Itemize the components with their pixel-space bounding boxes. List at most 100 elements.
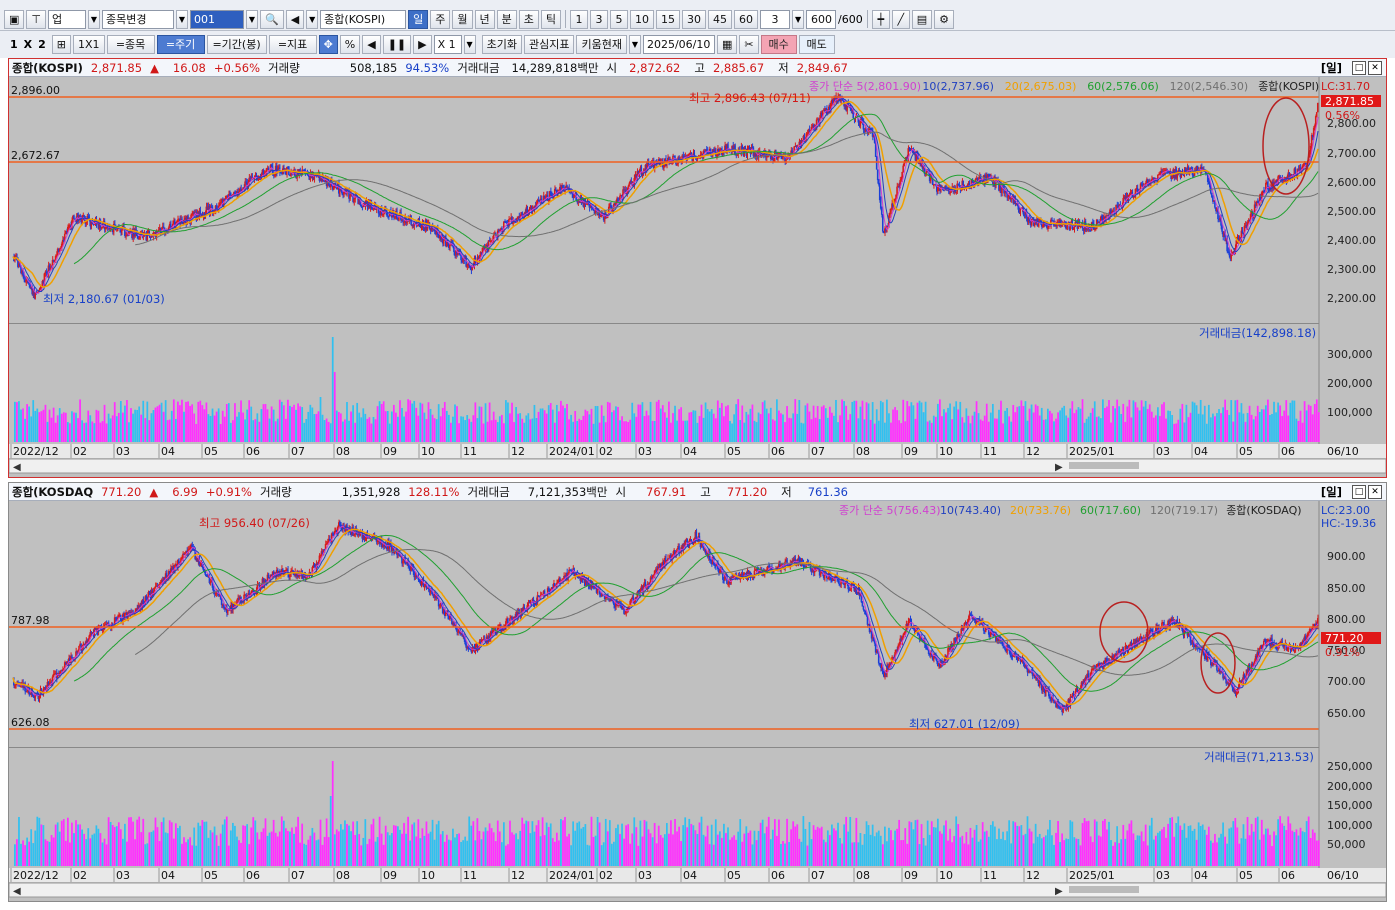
symbol-code-dropdown-icon[interactable]: ▼ bbox=[246, 9, 258, 29]
prev-icon[interactable]: ◀ bbox=[362, 34, 381, 54]
layout-1-label[interactable]: 1 bbox=[10, 38, 18, 51]
volume-bar bbox=[621, 416, 623, 442]
volume-bar bbox=[816, 405, 819, 442]
candle-body bbox=[676, 163, 678, 165]
kiwoom-dropdown-icon[interactable]: ▼ bbox=[628, 34, 641, 54]
period-day-button[interactable]: 일 bbox=[408, 9, 429, 29]
crosshair-icon[interactable]: ✥ bbox=[318, 34, 338, 54]
volume-bar bbox=[136, 409, 139, 442]
period-week-button[interactable]: 주 bbox=[430, 9, 451, 29]
zoom-dropdown-icon[interactable]: ▼ bbox=[463, 34, 476, 54]
volume-bar bbox=[1220, 413, 1222, 442]
range-link-button[interactable]: =기간(봉) bbox=[206, 34, 267, 54]
grid-icon[interactable]: ⊞ bbox=[51, 34, 72, 54]
zoom-select[interactable]: X 1 bbox=[433, 34, 462, 54]
kiwoom-current-button[interactable]: 키움현재 bbox=[576, 34, 627, 54]
volume-bar bbox=[1114, 408, 1116, 442]
candle-body bbox=[771, 157, 774, 160]
next-icon[interactable]: ▶ bbox=[413, 34, 432, 54]
volume-bar bbox=[1083, 422, 1086, 442]
pin-icon[interactable]: ⊤ bbox=[26, 9, 46, 29]
volume-bar bbox=[79, 399, 81, 442]
volume-tick-label: 200,000 bbox=[1327, 377, 1373, 390]
interval-input[interactable]: 3 bbox=[760, 9, 791, 29]
calendar-icon[interactable]: ▦ bbox=[716, 34, 738, 54]
market-dropdown-icon[interactable]: ▼ bbox=[88, 9, 100, 29]
grid-1x1-button[interactable]: 1X1 bbox=[73, 34, 105, 54]
interval-15-button[interactable]: 15 bbox=[656, 9, 681, 29]
market-select[interactable]: 업 bbox=[48, 9, 86, 29]
volume-bar bbox=[480, 406, 483, 442]
maximize-icon[interactable]: □ bbox=[1352, 61, 1366, 75]
interval-dropdown-icon[interactable]: ▼ bbox=[792, 9, 805, 29]
interval-3-button[interactable]: 3 bbox=[590, 9, 609, 29]
toolbar-row-1: ▣ ⊤ 업 ▼ 종목변경 ▼ 001 ▼ 🔍 ◀ ▼ 종합(KOSPI) 일 주… bbox=[0, 0, 1395, 31]
window-icon[interactable]: ▣ bbox=[4, 9, 25, 29]
interval-5-button[interactable]: 5 bbox=[610, 9, 629, 29]
kosdaq-chart-area[interactable]: 787.98626.08900.00850.00800.00750.00700.… bbox=[8, 501, 1387, 901]
interval-10-button[interactable]: 10 bbox=[630, 9, 655, 29]
speaker-dropdown-icon[interactable]: ▼ bbox=[306, 9, 319, 29]
close-icon[interactable]: ✕ bbox=[1368, 61, 1382, 75]
indicator-link-button[interactable]: =지표 bbox=[268, 34, 317, 54]
sell-button[interactable]: 매도 bbox=[798, 34, 835, 54]
candle-body bbox=[212, 587, 215, 592]
count-input[interactable]: 600 bbox=[806, 9, 837, 29]
candle-body bbox=[209, 581, 212, 583]
change-symbol-dropdown-icon[interactable]: ▼ bbox=[176, 9, 188, 29]
volume-bar bbox=[511, 402, 513, 442]
maximize-icon[interactable]: □ bbox=[1352, 485, 1366, 499]
volume-bar bbox=[574, 410, 577, 442]
candle-type-icon[interactable]: ┿ bbox=[871, 9, 890, 29]
volume-bar bbox=[763, 400, 766, 442]
volume-bar bbox=[126, 400, 128, 442]
interval-45-button[interactable]: 45 bbox=[708, 9, 733, 29]
interval-60-button[interactable]: 60 bbox=[734, 9, 759, 29]
search-icon[interactable]: 🔍 bbox=[260, 9, 284, 29]
percent-icon[interactable]: % bbox=[339, 34, 361, 54]
last-price-label: 2,871.85 bbox=[1325, 95, 1374, 108]
kospi-chart-area[interactable]: 2,896.002,672.672,800.002,700.002,600.00… bbox=[8, 77, 1387, 477]
volume-bar bbox=[1122, 403, 1125, 442]
scissors-icon[interactable]: ✂ bbox=[739, 34, 759, 54]
line-type-icon[interactable]: ╱ bbox=[891, 9, 910, 29]
period-tick-button[interactable]: 틱 bbox=[540, 9, 562, 29]
symbol-link-button[interactable]: =종목 bbox=[106, 34, 155, 54]
period-second-button[interactable]: 초 bbox=[518, 9, 539, 29]
candle-body bbox=[402, 560, 404, 564]
pause-icon[interactable]: ❚❚ bbox=[382, 34, 412, 54]
speaker-icon[interactable]: ◀ bbox=[285, 9, 305, 29]
indicator-fav-button[interactable]: 관심지표 bbox=[523, 34, 575, 54]
gear-icon[interactable]: ⚙ bbox=[934, 9, 955, 29]
period-month-button[interactable]: 월 bbox=[452, 9, 473, 29]
date-tick-label: 09 bbox=[383, 445, 397, 458]
price-tick-label: 2,200.00 bbox=[1327, 292, 1376, 305]
save-icon[interactable]: ▤ bbox=[911, 9, 933, 29]
volume-bar bbox=[307, 411, 310, 442]
interval-1-button[interactable]: 1 bbox=[570, 9, 589, 29]
volume-bar bbox=[215, 411, 218, 442]
symbol-code-input[interactable]: 001 bbox=[190, 9, 244, 29]
period-minute-button[interactable]: 분 bbox=[496, 9, 517, 29]
volume-bar bbox=[329, 423, 332, 442]
candle-body bbox=[1101, 216, 1103, 218]
candle-body bbox=[1256, 201, 1259, 203]
volume-bar bbox=[1116, 399, 1119, 442]
kosdaq-open: 767.91 bbox=[646, 484, 687, 499]
buy-button[interactable]: 매수 bbox=[760, 34, 797, 54]
volume-bar bbox=[1195, 405, 1198, 442]
period-year-button[interactable]: 년 bbox=[474, 9, 495, 29]
date-input[interactable]: 2025/06/10 bbox=[642, 34, 715, 54]
change-symbol-select[interactable]: 종목변경 bbox=[102, 9, 174, 29]
close-icon[interactable]: ✕ bbox=[1368, 485, 1382, 499]
volume-bar bbox=[401, 407, 403, 442]
reset-button[interactable]: 초기화 bbox=[481, 34, 522, 54]
volume-bar bbox=[498, 416, 501, 442]
volume-bar bbox=[1167, 410, 1169, 442]
period-link-button[interactable]: =주기 bbox=[156, 34, 205, 54]
volume-bar bbox=[606, 401, 609, 442]
interval-30-button[interactable]: 30 bbox=[682, 9, 707, 29]
volume-bar bbox=[484, 403, 487, 442]
volume-bar bbox=[1262, 409, 1265, 442]
layout-2-label[interactable]: 2 bbox=[38, 38, 46, 51]
